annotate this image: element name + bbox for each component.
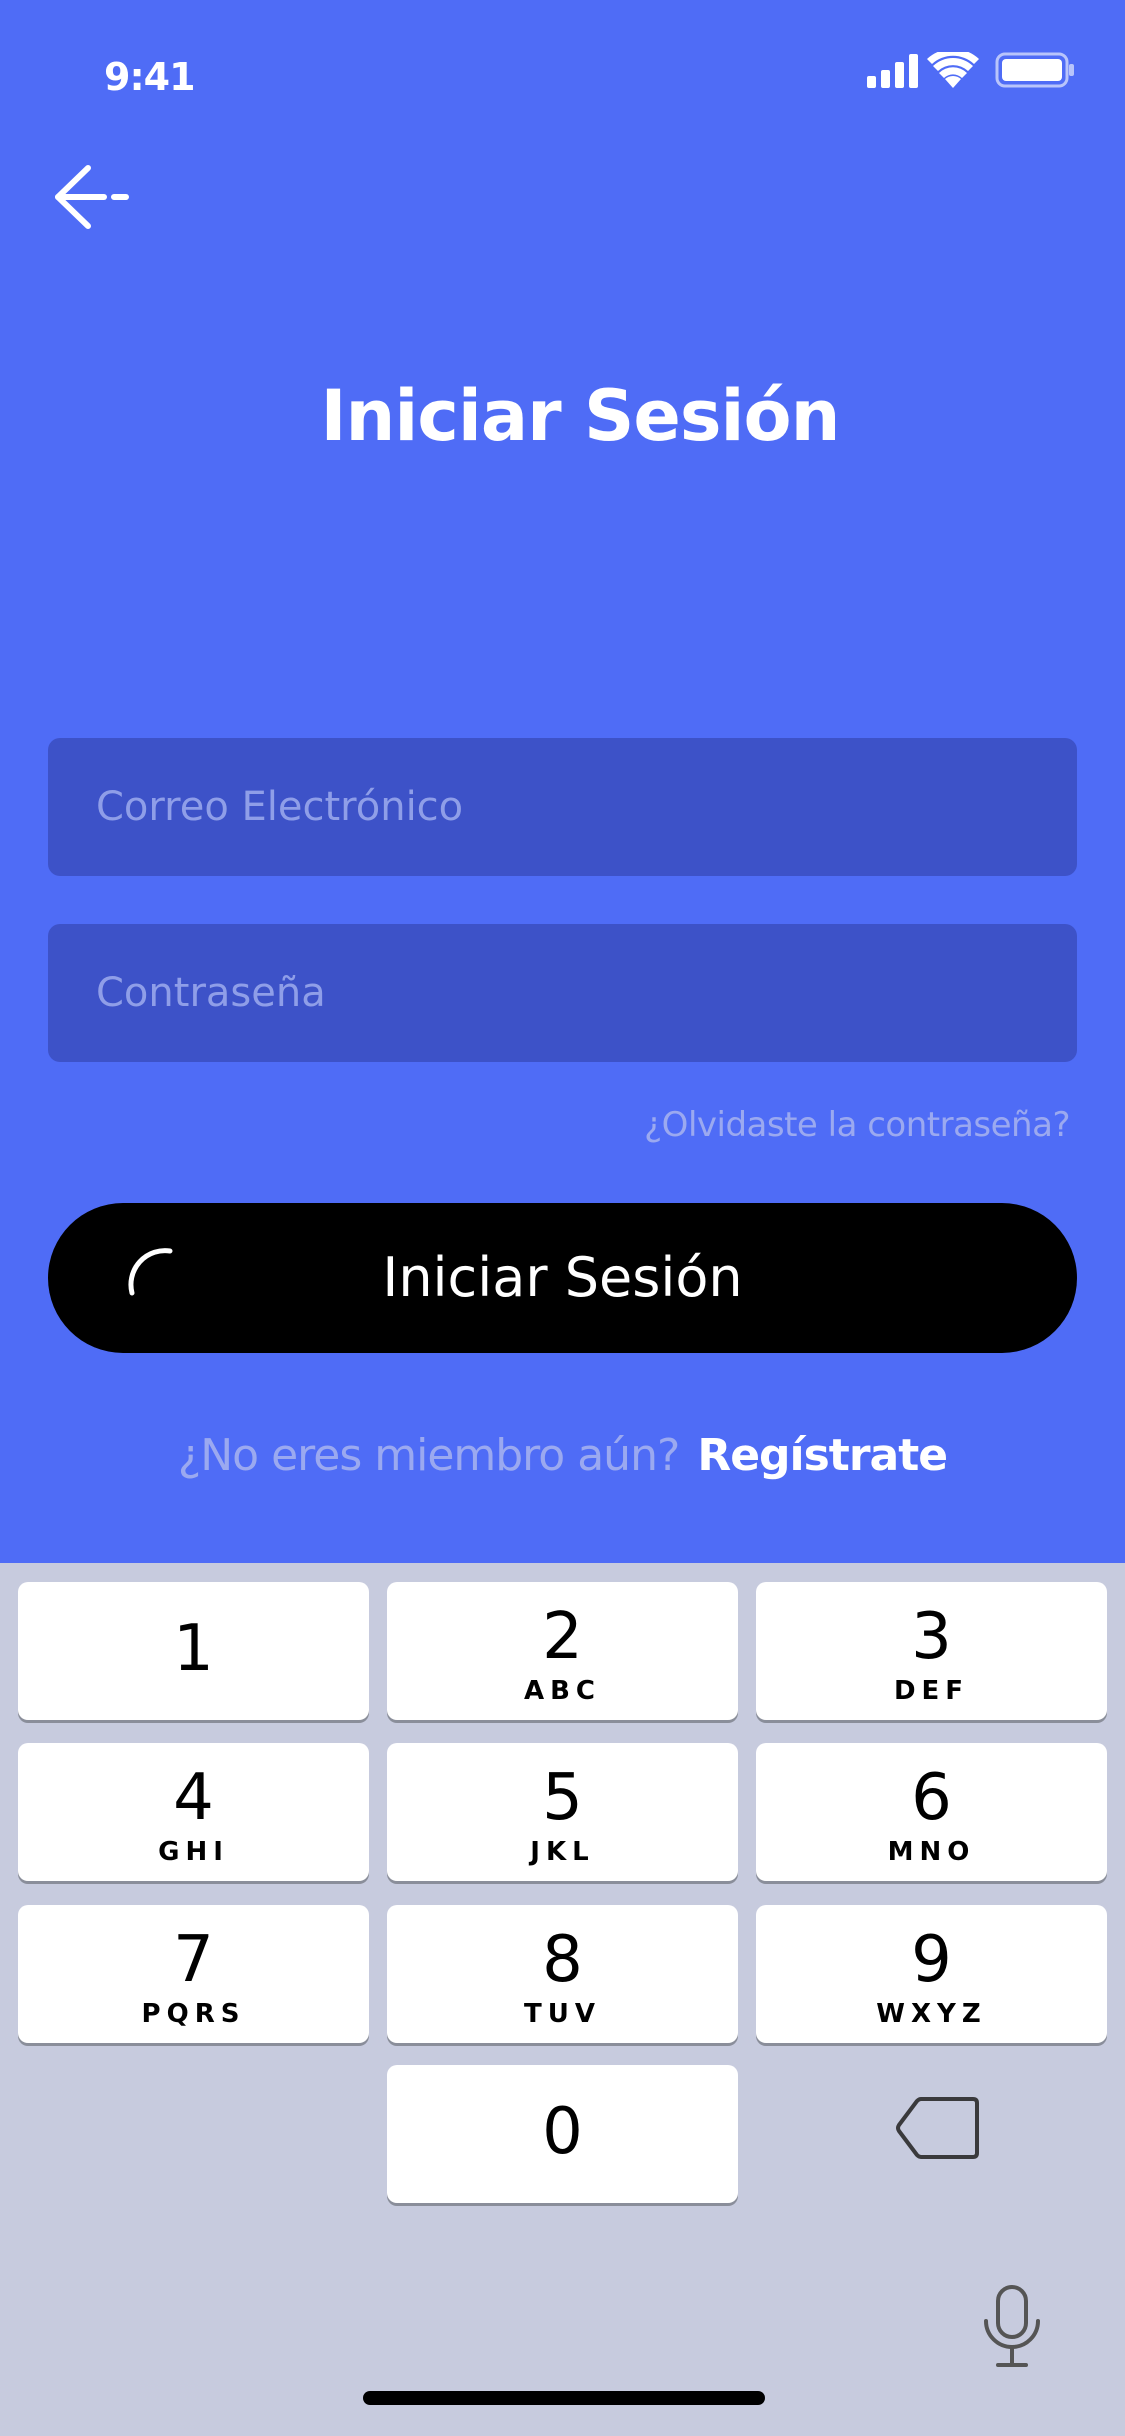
key-6[interactable]: 6 MNO — [756, 1743, 1107, 1881]
email-input[interactable] — [48, 738, 1077, 876]
key-letters: MNO — [887, 1837, 976, 1867]
arrow-left-icon — [55, 165, 129, 229]
key-digit: 7 — [173, 1923, 214, 1997]
back-button[interactable] — [48, 160, 138, 234]
page-title: Iniciar Sesión — [320, 375, 841, 457]
key-digit: 6 — [911, 1761, 952, 1835]
key-2[interactable]: 2 ABC — [387, 1582, 738, 1720]
key-digit: 5 — [542, 1761, 583, 1835]
backspace-icon[interactable] — [895, 2093, 981, 2163]
home-indicator — [363, 2391, 765, 2405]
microphone-icon[interactable] — [980, 2283, 1044, 2373]
numeric-keypad: 1 2 ABC 3 DEF 4 GHI 5 JKL 6 MNO 7 PQRS 8… — [0, 1563, 1125, 2436]
wifi-icon — [927, 52, 979, 88]
key-letters: WXYZ — [876, 1999, 987, 2029]
battery-icon — [995, 52, 1074, 88]
key-letters: ABC — [523, 1676, 602, 1706]
register-link[interactable]: Regístrate — [697, 1430, 948, 1481]
key-letters: JKL — [530, 1837, 595, 1867]
status-icons — [867, 52, 1074, 88]
key-digit: 2 — [542, 1600, 583, 1674]
key-digit: 4 — [173, 1761, 214, 1835]
key-digit: 0 — [542, 2095, 583, 2169]
key-digit: 1 — [173, 1612, 214, 1686]
cellular-signal-icon — [867, 54, 918, 88]
password-input[interactable] — [48, 924, 1077, 1062]
key-digit: 3 — [911, 1600, 952, 1674]
key-letters: TUV — [524, 1999, 601, 2029]
key-5[interactable]: 5 JKL — [387, 1743, 738, 1881]
key-digit: 9 — [911, 1923, 952, 1997]
register-prompt: ¿No eres miembro aún? — [177, 1430, 680, 1481]
key-1[interactable]: 1 — [18, 1582, 369, 1720]
key-8[interactable]: 8 TUV — [387, 1905, 738, 2043]
register-row: ¿No eres miembro aún? Regístrate — [0, 1430, 1125, 1481]
key-4[interactable]: 4 GHI — [18, 1743, 369, 1881]
key-letters: GHI — [158, 1837, 229, 1867]
password-field — [48, 924, 1077, 1062]
key-7[interactable]: 7 PQRS — [18, 1905, 369, 2043]
key-3[interactable]: 3 DEF — [756, 1582, 1107, 1720]
status-time: 9:41 — [104, 55, 196, 99]
key-letters: DEF — [893, 1676, 970, 1706]
key-0[interactable]: 0 — [387, 2065, 738, 2203]
key-9[interactable]: 9 WXYZ — [756, 1905, 1107, 2043]
login-button[interactable]: Iniciar Sesión — [48, 1203, 1077, 1353]
key-digit: 8 — [542, 1923, 583, 1997]
login-button-label: Iniciar Sesión — [382, 1246, 743, 1309]
email-field — [48, 738, 1077, 876]
status-bar: 9:41 — [0, 0, 1125, 140]
forgot-password-link[interactable]: ¿Olvidaste la contraseña? — [644, 1105, 1070, 1145]
key-letters: PQRS — [141, 1999, 246, 2029]
